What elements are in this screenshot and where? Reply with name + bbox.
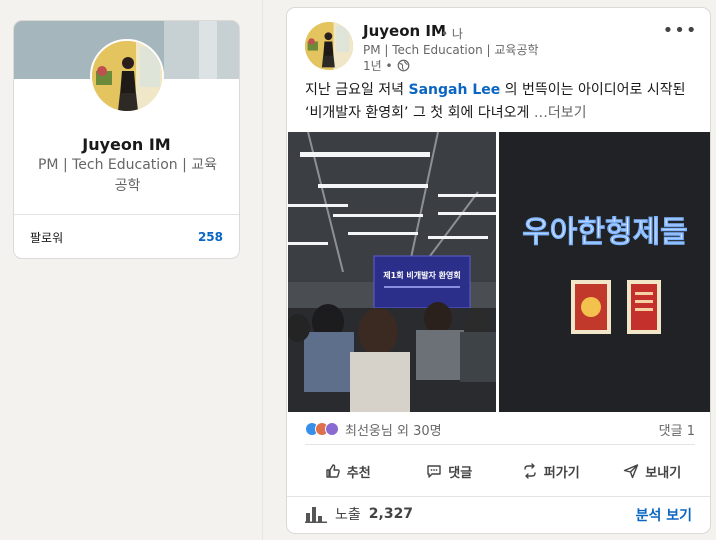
followers-label: 팔로워	[30, 230, 64, 245]
repost-icon	[524, 463, 536, 479]
impressions: 노출 2,327	[305, 504, 413, 524]
send-icon	[624, 464, 639, 479]
divider	[305, 444, 695, 445]
globe-icon	[397, 59, 410, 72]
author-avatar[interactable]	[305, 22, 353, 70]
view-analytics-link[interactable]: 분석 보기	[636, 505, 692, 525]
profile-card: Juyeon IM PM | Tech Education | 교육공학 팔로워…	[13, 20, 240, 259]
more-options-button[interactable]: •••	[663, 18, 697, 42]
post-actions: 추천 댓글 퍼가기 보내기	[297, 454, 703, 488]
reactions-row: 최선웅님 외 30명 댓글 1	[305, 418, 695, 440]
post-image-sign[interactable]: 우아한형제들	[499, 132, 710, 412]
profile-avatar[interactable]	[90, 39, 164, 113]
event-slide-title: 제1회 비개발자 환영회	[383, 270, 460, 280]
author-name[interactable]: Juyeon IM	[363, 22, 446, 40]
followers-count: 258	[197, 230, 223, 244]
repost-label: 퍼가기	[543, 465, 580, 481]
like-label: 추천	[346, 465, 371, 481]
column-divider	[262, 0, 263, 540]
post-text-part: 지난 금요일 저녁	[305, 82, 409, 98]
see-more-link[interactable]: …더보기	[534, 105, 587, 121]
reactions-summary[interactable]: 최선웅님 외 30명	[305, 420, 442, 439]
comment-button[interactable]: 댓글	[399, 454, 501, 488]
sign-text: 우아한형제들	[522, 215, 688, 250]
comment-label: 댓글	[448, 465, 473, 481]
send-label: 보내기	[645, 465, 682, 481]
followers-row[interactable]: 팔로워 258	[14, 215, 239, 258]
impressions-label: 노출	[335, 507, 361, 523]
insightful-reaction-icon	[325, 422, 339, 436]
send-button[interactable]: 보내기	[602, 454, 704, 488]
repost-button[interactable]: 퍼가기	[500, 454, 602, 488]
impressions-value: 2,327	[368, 506, 414, 522]
post-image-event[interactable]: 제1회 비개발자 환영회	[288, 132, 496, 412]
like-button[interactable]: 추천	[297, 454, 399, 488]
author-headline: PM | Tech Education | 교육공학	[363, 43, 539, 57]
mention-link[interactable]: Sangah Lee	[409, 82, 501, 98]
thumbs-up-icon	[326, 464, 340, 478]
bar-chart-icon	[305, 507, 327, 523]
post-card: Juyeon IM • 나 PM | Tech Education | 교육공학…	[286, 7, 711, 534]
post-text: 지난 금요일 저녁 Sangah Lee 의 번뜩이는 아이디어로 시작된 ‘비…	[305, 79, 697, 125]
post-meta: 1년 •	[363, 57, 410, 74]
reactors-text: 최선웅님 외 30명	[345, 423, 442, 439]
ellipsis-icon: •••	[662, 19, 698, 41]
author-degree: • 나	[441, 27, 463, 41]
post-time: 1년 •	[363, 59, 393, 73]
profile-name[interactable]: Juyeon IM	[14, 135, 239, 154]
comment-icon	[427, 465, 441, 478]
comments-count[interactable]: 댓글 1	[659, 420, 695, 439]
divider	[287, 496, 710, 497]
profile-headline: PM | Tech Education | 교육공학	[37, 157, 218, 194]
